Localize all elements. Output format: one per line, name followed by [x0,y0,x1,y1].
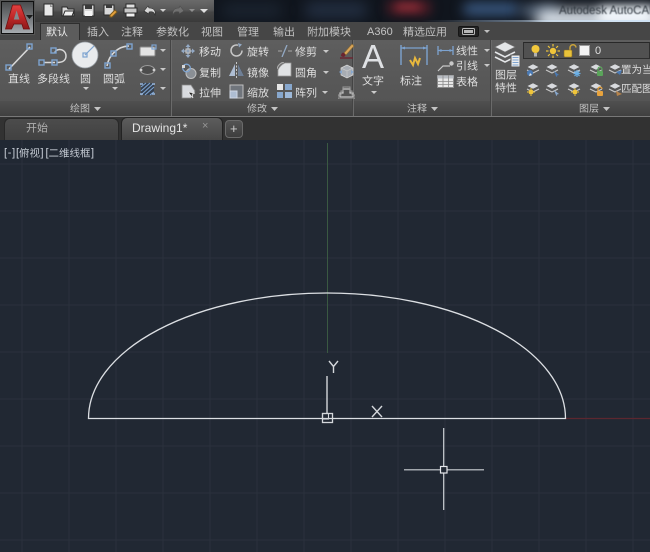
svg-text:]: ] [91,147,94,159]
svg-text:[-][: [-][ [4,147,19,159]
svg-text:][: ][ [41,147,49,159]
